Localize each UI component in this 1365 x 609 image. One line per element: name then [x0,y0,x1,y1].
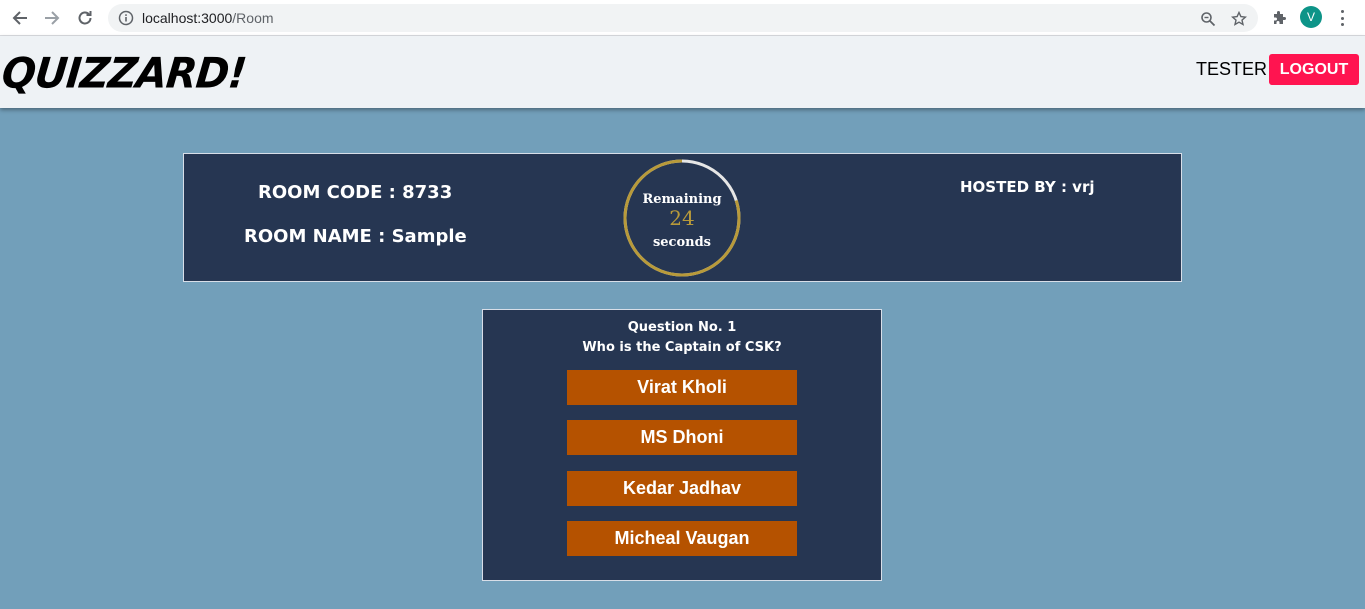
room-code: ROOM CODE : 8733 [258,182,453,203]
app-header: QUIZZARD! TESTER LOGOUT [0,36,1365,108]
forward-arrow-icon[interactable] [40,6,64,30]
zoom-icon[interactable] [1198,9,1218,29]
url-path: /Room [232,10,274,26]
timer-seconds-label: seconds [652,235,712,250]
logout-button[interactable]: LOGOUT [1269,54,1359,85]
question-text: Who is the Captain of CSK? [582,340,782,355]
browser-toolbar: localhost:3000/Room V [0,0,1365,36]
timer-seconds-value: 24 [669,206,695,230]
url-host: localhost:3000 [142,10,233,26]
option-button[interactable]: Virat Kholi [567,370,797,405]
star-icon[interactable] [1229,9,1249,29]
question-number: Question No. 1 [627,320,737,335]
address-bar[interactable]: localhost:3000/Room [108,4,1258,32]
kebab-menu-icon[interactable] [1334,8,1350,28]
profile-avatar[interactable]: V [1300,6,1322,28]
puzzle-icon[interactable] [1268,7,1290,29]
question-panel: Question No. 1 Who is the Captain of CSK… [482,309,882,581]
url-text: localhost:3000/Room [142,10,274,26]
option-button[interactable]: Kedar Jadhav [567,471,797,506]
timer-remaining-label: Remaining [642,192,722,207]
option-button[interactable]: MS Dhoni [567,420,797,455]
back-arrow-icon[interactable] [8,6,32,30]
room-name: ROOM NAME : Sample [244,226,467,247]
room-info-panel: ROOM CODE : 8733 ROOM NAME : Sample Rema… [183,153,1182,282]
countdown-timer: Remaining 24 seconds [622,158,742,278]
option-button[interactable]: Micheal Vaugan [567,521,797,556]
reload-icon[interactable] [73,6,97,30]
info-icon[interactable] [118,10,134,31]
username-label: TESTER [1196,59,1268,79]
hosted-by: HOSTED BY : vrj [960,178,1095,196]
app-logo[interactable]: QUIZZARD! [0,49,248,99]
